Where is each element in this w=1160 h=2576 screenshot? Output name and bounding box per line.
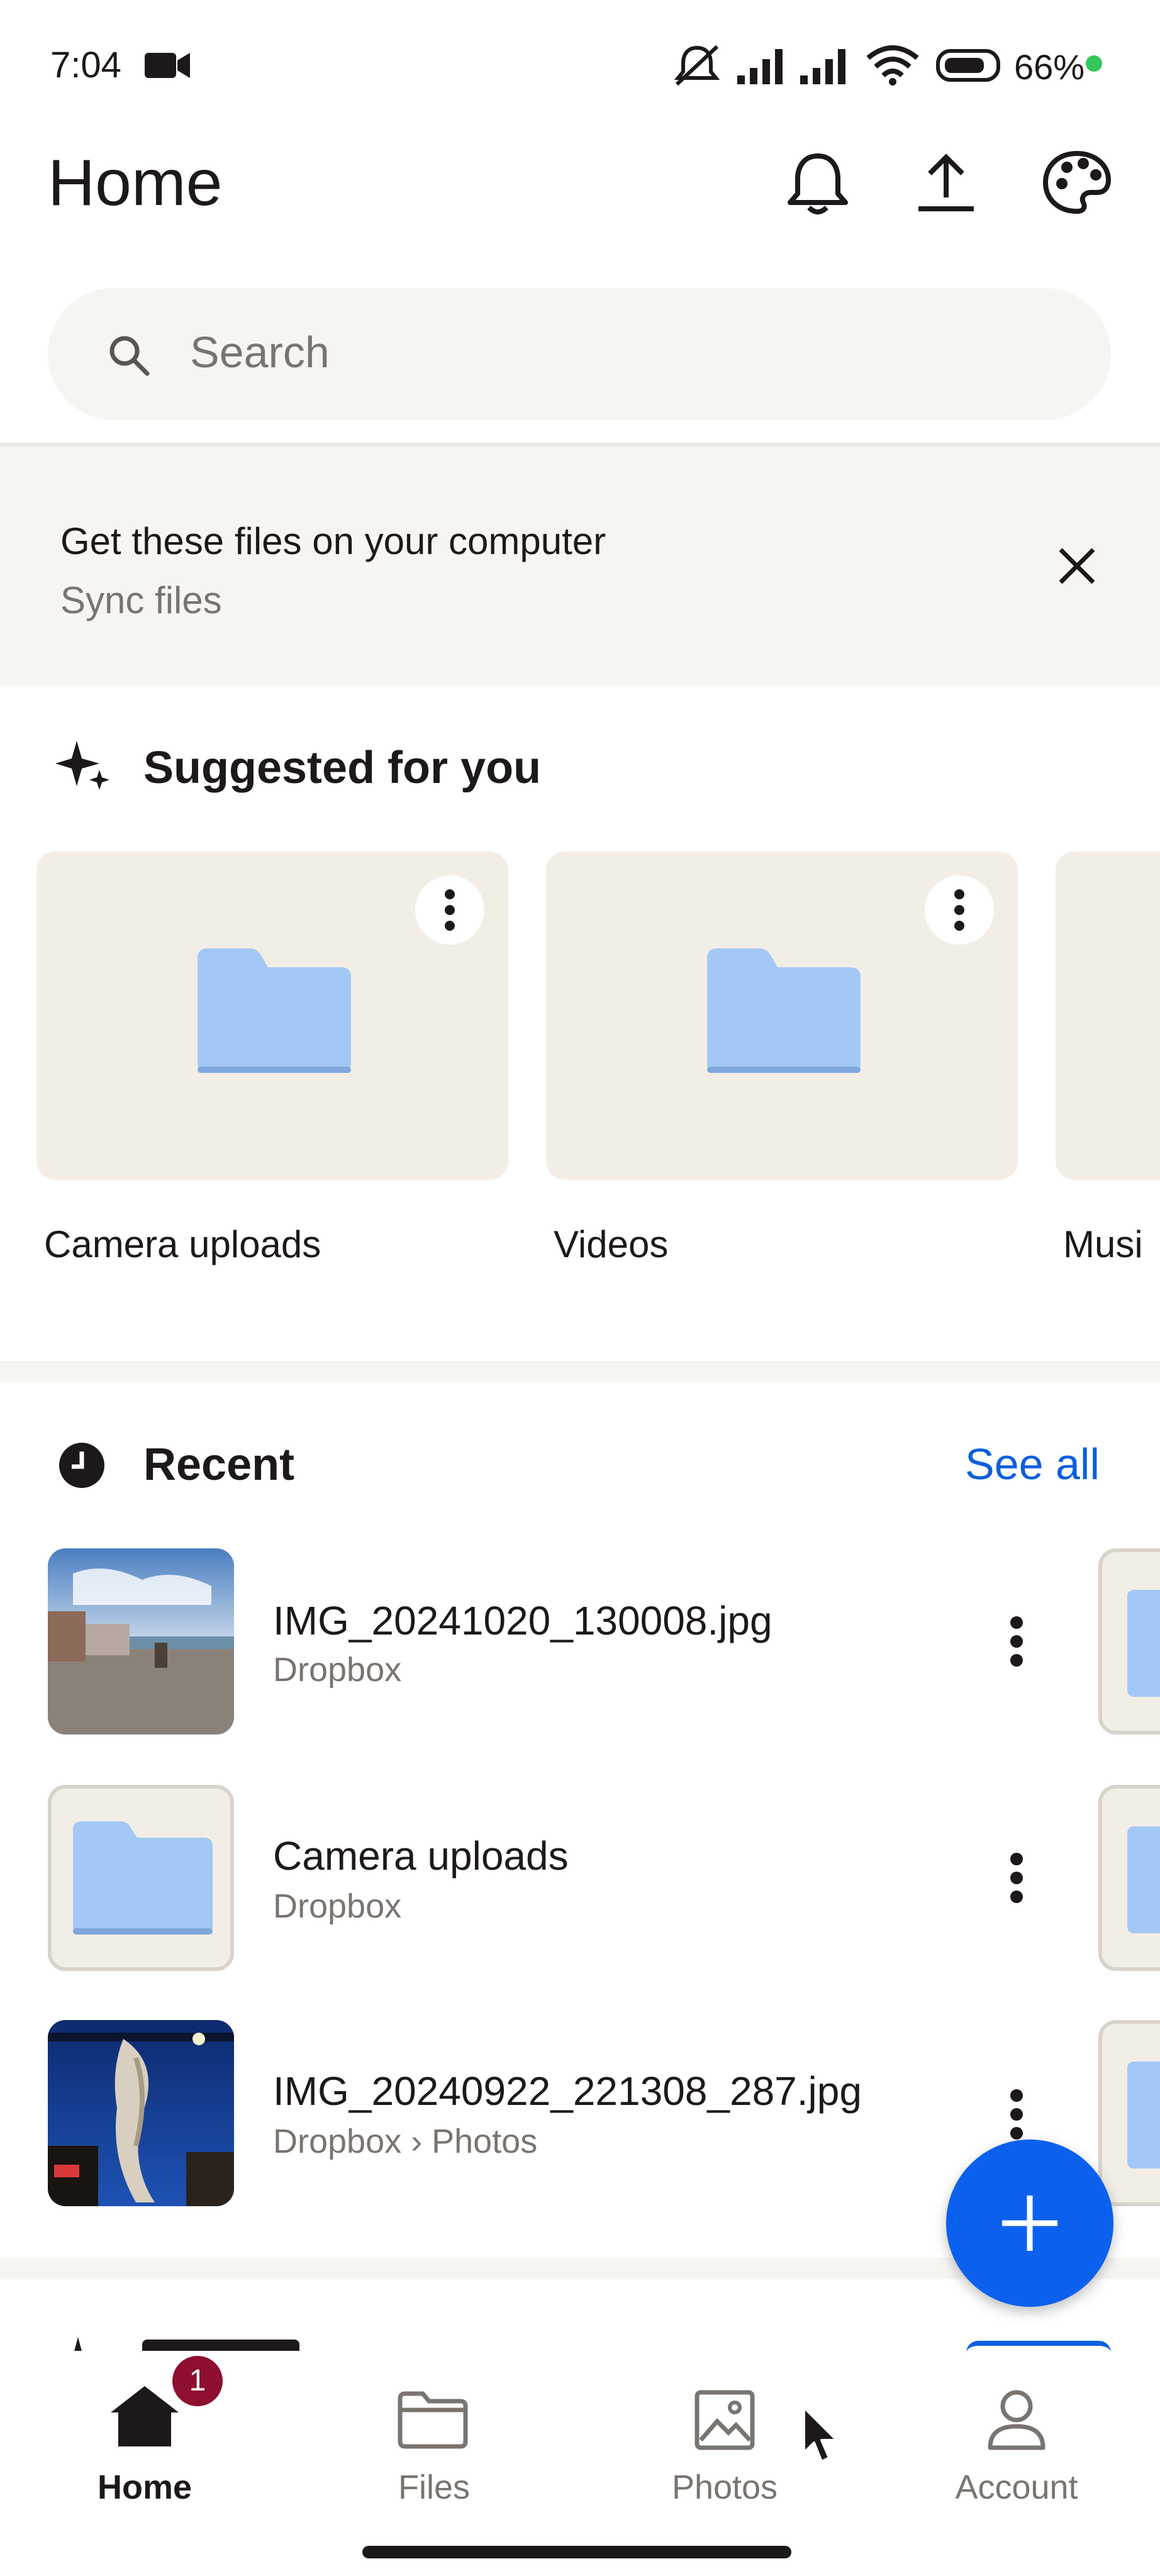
home-indicator: [362, 2546, 791, 2558]
add-button[interactable]: [946, 2140, 1113, 2307]
clock-icon: [59, 1443, 104, 1488]
recent-item-name[interactable]: IMG_20241020_130008.jpg: [273, 1597, 772, 1644]
folder-icon: [73, 1821, 213, 1935]
see-all-link[interactable]: See all: [965, 1439, 1100, 1489]
starred-title-cutoff: [142, 2338, 331, 2352]
camera-in-use-dot: [1086, 55, 1102, 72]
card-more-button[interactable]: [925, 875, 994, 945]
banner-title: Get these files on your computer: [60, 520, 606, 562]
recent-title: Recent: [143, 1440, 295, 1490]
suggested-card-label: Camera uploads: [44, 1223, 321, 1265]
mute-icon: [674, 45, 720, 86]
wifi-icon: [866, 45, 919, 86]
recent-item-path: Dropbox › Photos: [273, 2123, 538, 2160]
more-vertical-icon: [954, 889, 964, 931]
video-camera-icon: [145, 53, 190, 78]
folder-icon: [198, 948, 351, 1073]
page-title: Home: [48, 147, 223, 219]
recent-item-name[interactable]: IMG_20240922_221308_287.jpg: [273, 2068, 862, 2114]
search-input[interactable]: Search: [190, 327, 330, 377]
suggested-card-label: Musi: [1063, 1223, 1143, 1265]
section-divider: [0, 1361, 1160, 1382]
upload-icon[interactable]: [915, 151, 978, 214]
battery-icon: [936, 49, 1000, 82]
sparkle-icon: [55, 741, 109, 790]
suggested-card-camera-uploads[interactable]: [36, 852, 508, 1180]
more-vertical-icon[interactable]: [1009, 1853, 1024, 1903]
more-vertical-icon[interactable]: [1009, 1616, 1024, 1667]
photo-thumbnail[interactable]: [48, 1548, 234, 1735]
notification-badge: 1: [172, 2356, 223, 2406]
status-time: 7:04: [50, 45, 121, 86]
card-more-button[interactable]: [415, 875, 484, 945]
folder-thumbnail[interactable]: [48, 1785, 234, 1971]
recent-item-name[interactable]: Camera uploads: [273, 1833, 569, 1879]
fish-photo: [48, 2020, 234, 2206]
nav-account[interactable]: Account: [922, 2468, 1111, 2507]
photos-icon[interactable]: [694, 2390, 755, 2450]
signal-icon: [800, 49, 845, 84]
sync-banner: [0, 443, 1160, 686]
photo-thumbnail[interactable]: [48, 2020, 234, 2206]
recent-item-path: Dropbox: [273, 1887, 402, 1925]
nav-files[interactable]: Files: [340, 2468, 528, 2507]
more-vertical-icon[interactable]: [1009, 2089, 1024, 2140]
grid-peek-item: [1098, 2020, 1160, 2206]
folder-icon: [707, 948, 861, 1073]
nav-photos[interactable]: Photos: [630, 2468, 819, 2507]
more-vertical-icon: [445, 889, 455, 931]
grid-peek-item: [1098, 1548, 1160, 1735]
sync-files-link[interactable]: Sync files: [60, 579, 222, 622]
beach-photo: [48, 1548, 234, 1735]
palette-icon[interactable]: [1042, 148, 1112, 216]
nav-home[interactable]: Home: [50, 2468, 239, 2507]
suggested-card-label: Videos: [554, 1223, 669, 1265]
account-icon[interactable]: [985, 2387, 1048, 2450]
starred-see-all-cutoff: [966, 2341, 1111, 2351]
bell-icon[interactable]: [784, 150, 852, 216]
battery-percentage: 66%: [1014, 47, 1085, 87]
suggested-title: Suggested for you: [143, 743, 542, 793]
close-icon[interactable]: [1057, 546, 1097, 586]
search-icon: [109, 336, 150, 376]
recent-item-path: Dropbox: [273, 1651, 402, 1689]
suggested-card-videos[interactable]: [546, 852, 1018, 1180]
grid-peek-item: [1098, 1785, 1160, 1971]
plus-icon: [1002, 2196, 1057, 2251]
suggested-card-music[interactable]: [1056, 852, 1160, 1180]
mouse-cursor-icon: [803, 2406, 838, 2463]
signal-icon: [737, 49, 783, 84]
home-icon[interactable]: [108, 2384, 181, 2449]
folder-outline-icon[interactable]: [398, 2391, 468, 2449]
